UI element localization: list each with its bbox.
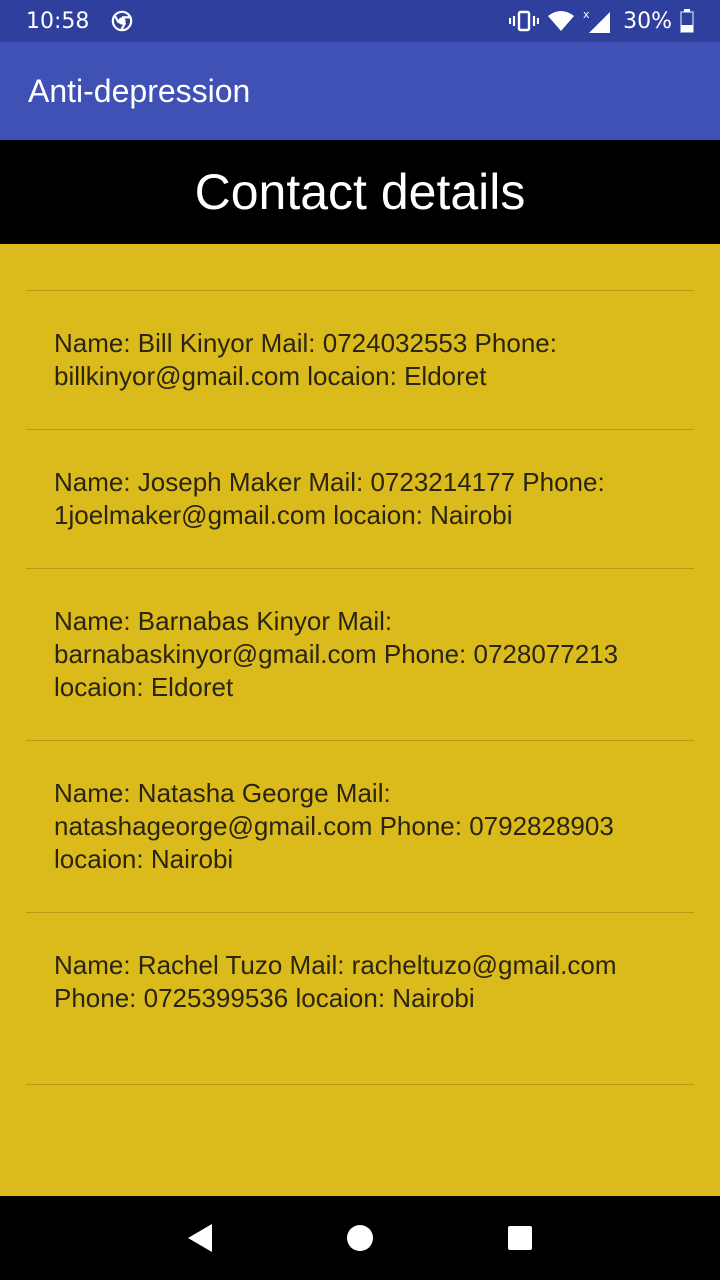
app-title: Anti-depression [28,72,251,109]
svg-text:x: x [583,8,590,21]
status-time: 10:58 [26,8,90,34]
chrome-icon [112,10,133,32]
wifi-icon [548,11,575,31]
list-item[interactable]: Name: Barnabas Kinyor Mail: barnabaskiny… [26,569,694,741]
battery-icon [680,9,694,33]
back-icon [188,1224,212,1252]
status-bar: 10:58 x 30% [0,0,720,42]
vibrate-icon [509,10,540,32]
recents-icon [508,1226,532,1250]
page-title: Contact details [194,164,526,220]
back-button[interactable] [170,1208,230,1268]
list-item[interactable]: Name: Rachel Tuzo Mail: racheltuzo@gmail… [26,913,694,1085]
home-button[interactable] [330,1208,390,1268]
navigation-bar [0,1196,720,1280]
app-bar: Anti-depression [0,42,720,140]
list-item[interactable]: Name: Joseph Maker Mail: 0723214177 Phon… [26,430,694,569]
signal-icon: x [583,8,611,33]
contact-text: Name: Barnabas Kinyor Mail: barnabaskiny… [54,606,619,702]
contact-text: Name: Natasha George Mail: natashageorge… [54,778,614,874]
contact-text: Name: Bill Kinyor Mail: 0724032553 Phone… [54,328,557,391]
home-icon [347,1225,373,1251]
contacts-content: Name: Bill Kinyor Mail: 0724032553 Phone… [0,244,720,1196]
list-item[interactable]: Name: Natasha George Mail: natashageorge… [26,741,694,913]
contact-text: Name: Joseph Maker Mail: 0723214177 Phon… [54,467,605,530]
battery-percent: 30% [623,8,672,34]
status-icons: x 30% [509,8,694,34]
contact-header: Contact details [0,140,720,244]
list-item[interactable]: Name: Bill Kinyor Mail: 0724032553 Phone… [26,291,694,430]
recents-button[interactable] [490,1208,550,1268]
contact-text: Name: Rachel Tuzo Mail: racheltuzo@gmail… [54,950,617,1013]
contact-list[interactable]: Name: Bill Kinyor Mail: 0724032553 Phone… [26,290,694,1085]
